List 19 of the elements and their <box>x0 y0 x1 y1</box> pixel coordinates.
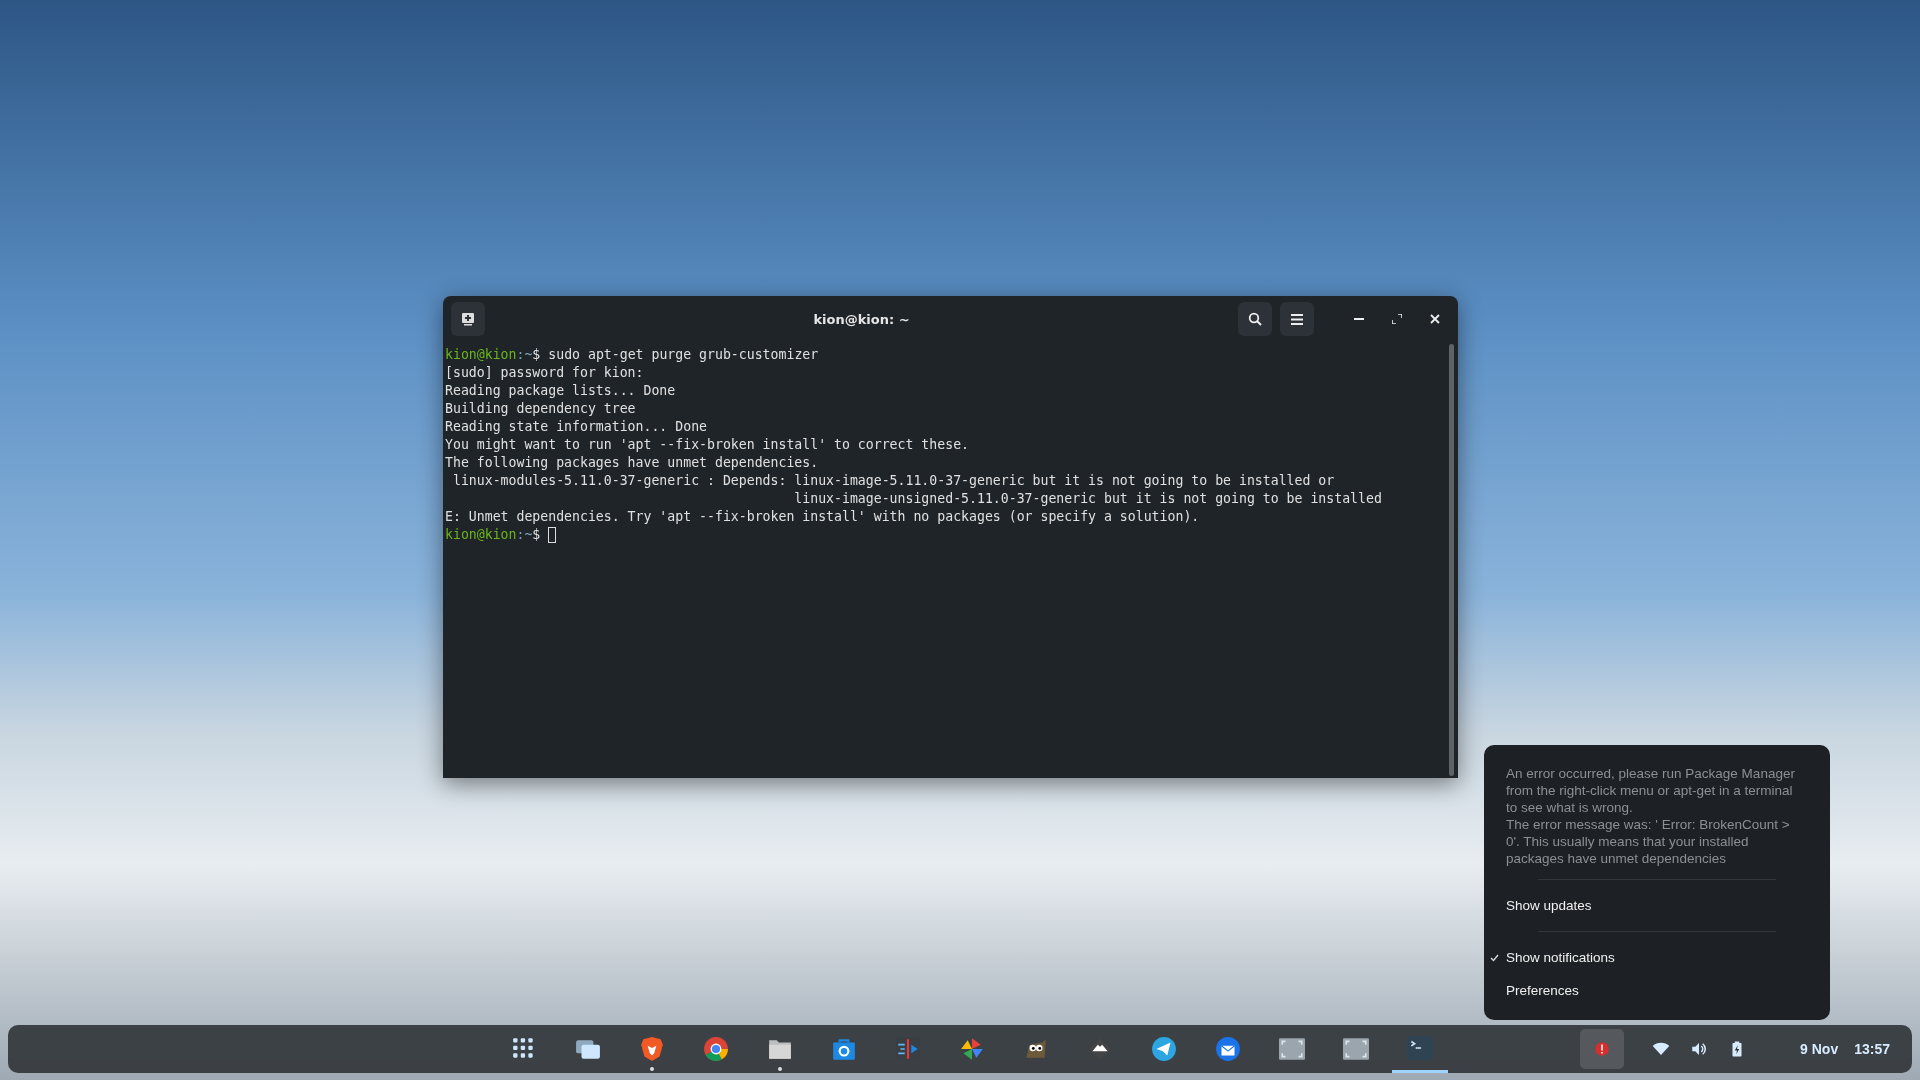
output-line: Reading package lists... Done <box>445 382 676 400</box>
output-line: E: Unmet dependencies. Try 'apt --fix-broken install' with no packages (or specify a solution). <box>445 508 1200 526</box>
output-line: linux-modules-5.11.0-37-generic : Depends: linux-image-5.11.0-37-generic but it is not going to be installed or <box>451 472 1335 490</box>
prompt-line: kion@kion:~$ <box>445 526 557 544</box>
clock-time: 13:57 <box>1854 1041 1890 1057</box>
output-line: Reading state information... Done <box>445 418 707 436</box>
clock-date: 9 Nov <box>1800 1041 1839 1057</box>
prompt-line: kion@kion:~$ sudo apt-get purge grub-customizer <box>445 346 819 364</box>
window-title: kion@kion: ~ <box>812 311 911 327</box>
menu-item[interactable]: Show updates <box>1489 892 1808 919</box>
menu-item[interactable]: Preferences <box>1489 977 1808 1004</box>
output-line: The following packages have unmet dependencies. <box>445 454 819 472</box>
output-line: Building dependency tree <box>445 400 636 418</box>
menu-item[interactable]: Show notifications <box>1489 944 1808 971</box>
output-line: You might want to run 'apt --fix-broken install' to correct these. <box>445 436 969 454</box>
error-message: An error occurred, please run Package Manager from the right-click menu or apt-get in a terminal to see what is wrong. <box>1506 765 1796 816</box>
output-line: [sudo] password for kion: <box>445 364 644 382</box>
output-line: linux-image-unsigned-5.11.0-37-generic but it is not going to be installed <box>793 490 1382 508</box>
error-message: The error message was: ' Error: BrokenCount > 0'. This usually means that your installed packages have unmet dependencies <box>1506 816 1791 867</box>
